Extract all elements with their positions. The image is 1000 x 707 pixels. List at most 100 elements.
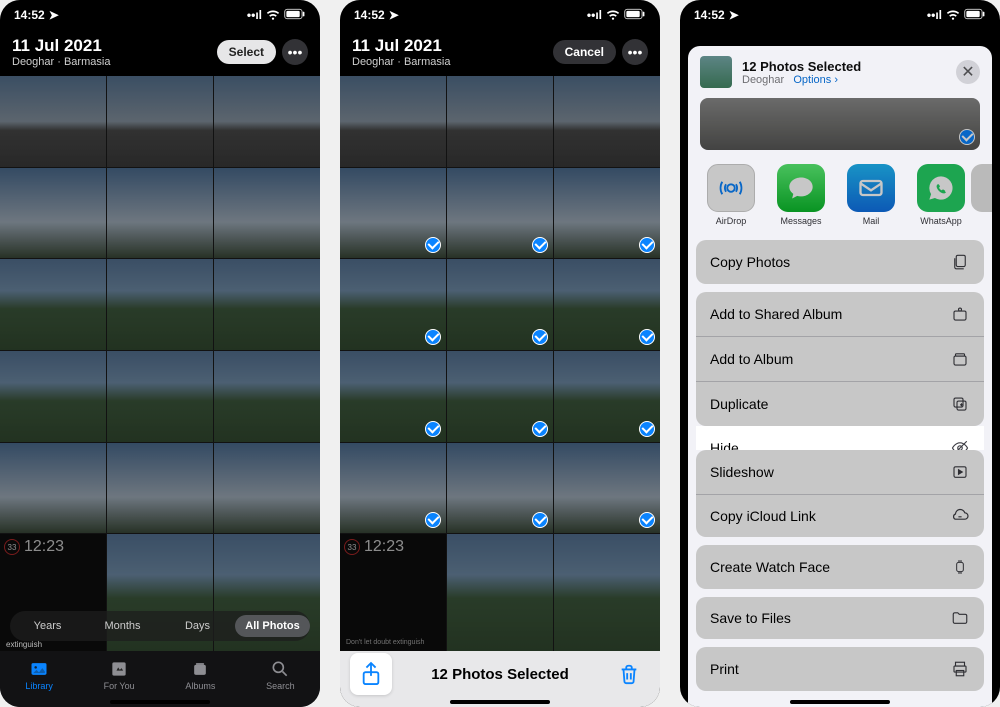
photo-thumb[interactable] [447, 534, 553, 651]
photo-thumb[interactable] [554, 534, 660, 651]
photo-thumb[interactable] [340, 259, 446, 350]
select-button[interactable]: Select [217, 40, 276, 64]
battery-icon [624, 8, 646, 23]
action-print[interactable]: Print [696, 647, 984, 691]
action-label: Copy iCloud Link [710, 508, 816, 524]
photo-thumb[interactable] [107, 259, 213, 350]
cancel-button[interactable]: Cancel [553, 40, 616, 64]
photo-thumb[interactable] [340, 443, 446, 534]
photo-thumb[interactable] [0, 76, 106, 167]
home-indicator[interactable] [790, 700, 890, 704]
app-airdrop[interactable]: AirDrop [700, 164, 762, 226]
more-button[interactable]: ••• [282, 39, 308, 65]
action-label: Copy Photos [710, 254, 790, 270]
photo-grid[interactable]: 33 12:23 Years Months Days All Photos ex… [0, 76, 320, 651]
tab-library[interactable]: Library [25, 659, 53, 691]
status-time: 14:52 [14, 8, 45, 22]
photo-thumb[interactable] [107, 76, 213, 167]
action-save-to-files[interactable]: Save to Files [696, 597, 984, 639]
photo-grid[interactable]: 33 12:23 Don't let doubt extinguish [340, 76, 660, 651]
app-messages[interactable]: Messages [770, 164, 832, 226]
tab-albums-label: Albums [185, 681, 215, 691]
options-button[interactable]: Options › [793, 74, 838, 86]
tab-search[interactable]: Search [266, 659, 295, 691]
seg-months[interactable]: Months [85, 615, 160, 637]
photo-thumb[interactable] [554, 168, 660, 259]
app-label: AirDrop [716, 216, 747, 226]
photo-thumb[interactable] [107, 168, 213, 259]
duplicate-icon [950, 395, 970, 413]
photo-thumb[interactable] [107, 351, 213, 442]
photo-thumb[interactable] [214, 168, 320, 259]
photo-thumb[interactable] [107, 443, 213, 534]
photo-thumb[interactable] [447, 443, 553, 534]
photo-thumb[interactable] [214, 351, 320, 442]
photo-thumb[interactable] [0, 168, 106, 259]
status-bar: 14:52 ➤ ••ıl [340, 0, 660, 30]
photo-thumb[interactable] [0, 443, 106, 534]
share-button[interactable] [350, 653, 392, 695]
action-label: Print [710, 661, 739, 677]
check-icon [959, 129, 975, 145]
preview-strip[interactable] [688, 98, 992, 160]
photo-thumb[interactable] [554, 259, 660, 350]
extinguish-label: extinguish [6, 640, 42, 649]
photo-thumb[interactable] [554, 443, 660, 534]
cellular-icon: ••ıl [587, 8, 602, 22]
seg-days[interactable]: Days [160, 615, 235, 637]
app-whatsapp[interactable]: WhatsApp [910, 164, 972, 226]
action-list-3: Slideshow Copy iCloud Link [696, 450, 984, 537]
action-add-album[interactable]: Add to Album [696, 337, 984, 382]
photo-thumb[interactable] [340, 168, 446, 259]
app-label: Messages [780, 216, 821, 226]
action-create-watch-face[interactable]: Create Watch Face [696, 545, 984, 589]
action-copy-icloud-link[interactable]: Copy iCloud Link [696, 495, 984, 537]
action-slideshow[interactable]: Slideshow [696, 450, 984, 495]
home-indicator[interactable] [450, 700, 550, 704]
photo-thumb[interactable] [340, 76, 446, 167]
photo-thumb[interactable] [447, 351, 553, 442]
check-icon [532, 329, 548, 345]
close-button[interactable]: ✕ [956, 60, 980, 84]
seg-allphotos[interactable]: All Photos [235, 615, 310, 637]
photo-thumb[interactable] [447, 76, 553, 167]
home-indicator[interactable] [110, 700, 210, 704]
action-label: Save to Files [710, 610, 791, 626]
photo-thumb-clock[interactable]: 33 12:23 Don't let doubt extinguish [340, 534, 446, 651]
more-button[interactable]: ••• [622, 39, 648, 65]
photo-thumb[interactable] [447, 168, 553, 259]
action-label: Add to Shared Album [710, 306, 842, 322]
photo-thumb[interactable] [0, 259, 106, 350]
action-add-shared-album[interactable]: Add to Shared Album [696, 292, 984, 337]
status-right-icons: ••ıl [247, 7, 306, 24]
photo-thumb[interactable] [214, 76, 320, 167]
app-more[interactable] [980, 164, 992, 226]
photo-thumb[interactable] [0, 351, 106, 442]
photo-thumb[interactable] [214, 443, 320, 534]
icloud-link-icon [950, 508, 970, 524]
check-icon [532, 421, 548, 437]
action-duplicate[interactable]: Duplicate [696, 382, 984, 426]
photo-thumb[interactable] [447, 259, 553, 350]
sheet-subtitle: Deoghar Options › [742, 74, 946, 86]
tab-foryou[interactable]: For You [104, 659, 135, 691]
folder-icon [950, 610, 970, 626]
action-label: Slideshow [710, 464, 774, 480]
view-segmented[interactable]: Years Months Days All Photos [10, 611, 310, 641]
trash-icon [618, 662, 640, 686]
photo-thumb[interactable] [554, 76, 660, 167]
wifi-icon [946, 7, 960, 24]
app-mail[interactable]: Mail [840, 164, 902, 226]
trash-button[interactable] [608, 662, 650, 686]
preview-photo[interactable] [700, 98, 980, 150]
action-hide[interactable]: Hide [696, 426, 984, 450]
photo-thumb[interactable] [214, 259, 320, 350]
photo-thumb[interactable] [554, 351, 660, 442]
photo-thumb[interactable] [340, 351, 446, 442]
clock-subtitle: Don't let doubt extinguish [346, 639, 424, 647]
whatsapp-icon [917, 164, 965, 212]
action-list-6: Print [696, 647, 984, 691]
tab-albums[interactable]: Albums [185, 659, 215, 691]
seg-years[interactable]: Years [10, 615, 85, 637]
action-copy-photos[interactable]: Copy Photos [696, 240, 984, 284]
